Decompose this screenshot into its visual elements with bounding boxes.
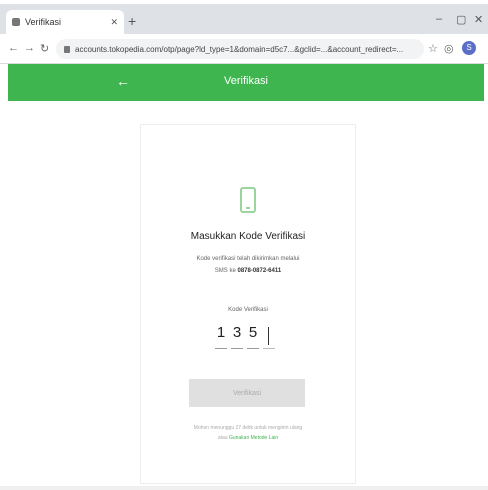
back-arrow-icon[interactable]: ← <box>8 42 19 54</box>
extension-icon[interactable]: ◎ <box>444 42 454 55</box>
otp-digit-1[interactable]: 1 <box>215 321 227 349</box>
otp-input[interactable]: 1 3 5 <box>215 321 275 351</box>
url-text: accounts.tokopedia.com/otp/page?ld_type=… <box>75 44 404 54</box>
description-line2: SMS ke <box>214 268 236 274</box>
page-favicon-icon <box>12 18 20 26</box>
close-window-icon[interactable]: ✕ <box>474 13 483 26</box>
lock-icon <box>64 45 70 53</box>
header-title: Verifikasi <box>223 75 269 87</box>
verification-header: ← Verifikasi <box>8 64 484 101</box>
bookmark-star-icon[interactable]: ☆ <box>428 42 438 55</box>
new-tab-icon[interactable]: + <box>128 14 136 28</box>
reload-icon[interactable]: ↻ <box>40 42 49 55</box>
otp-digit-4[interactable] <box>263 321 275 349</box>
address-bar[interactable]: accounts.tokopedia.com/otp/page?ld_type=… <box>56 39 424 59</box>
phone-icon <box>240 187 256 213</box>
verify-button[interactable]: Verifikasi <box>189 379 305 407</box>
resend-prefix: atau <box>217 435 228 441</box>
tab-close-icon[interactable]: ✕ <box>110 17 118 28</box>
tab-title: Verifikasi <box>25 17 62 27</box>
browser-tab[interactable]: Verifikasi ✕ <box>6 10 124 34</box>
text-cursor <box>268 327 269 345</box>
browser-tabstrip: Verifikasi ✕ + – ▢ ✕ <box>0 4 488 34</box>
profile-avatar[interactable]: S <box>462 41 476 55</box>
horizontal-scrollbar[interactable] <box>0 486 488 490</box>
browser-toolbar: ← → ↻ accounts.tokopedia.com/otp/page?ld… <box>0 34 488 64</box>
description-line1: Kode verifikasi telah dikirimkan melalui <box>196 256 300 262</box>
minimize-icon[interactable]: – <box>436 13 442 25</box>
code-label: Kode Verifikasi <box>228 307 268 313</box>
resend-info: Mohon menunggu 27 detik untuk mengirim u… <box>161 423 335 443</box>
forward-arrow-icon[interactable]: → <box>24 42 35 54</box>
phone-number: 0878-0872-6411 <box>237 268 282 274</box>
verification-heading: Masukkan Kode Verifikasi <box>190 231 306 242</box>
maximize-icon[interactable]: ▢ <box>456 13 466 26</box>
verification-description: Kode verifikasi telah dikirimkan melalui… <box>161 253 335 277</box>
otp-digit-3[interactable]: 5 <box>247 321 259 349</box>
other-method-link[interactable]: Gunakan Metode Lain <box>229 435 278 441</box>
otp-digit-2[interactable]: 3 <box>231 321 243 349</box>
resend-countdown: Mohon menunggu 27 detik untuk mengirim u… <box>193 425 303 431</box>
verification-card: Masukkan Kode Verifikasi Kode verifikasi… <box>140 124 356 484</box>
